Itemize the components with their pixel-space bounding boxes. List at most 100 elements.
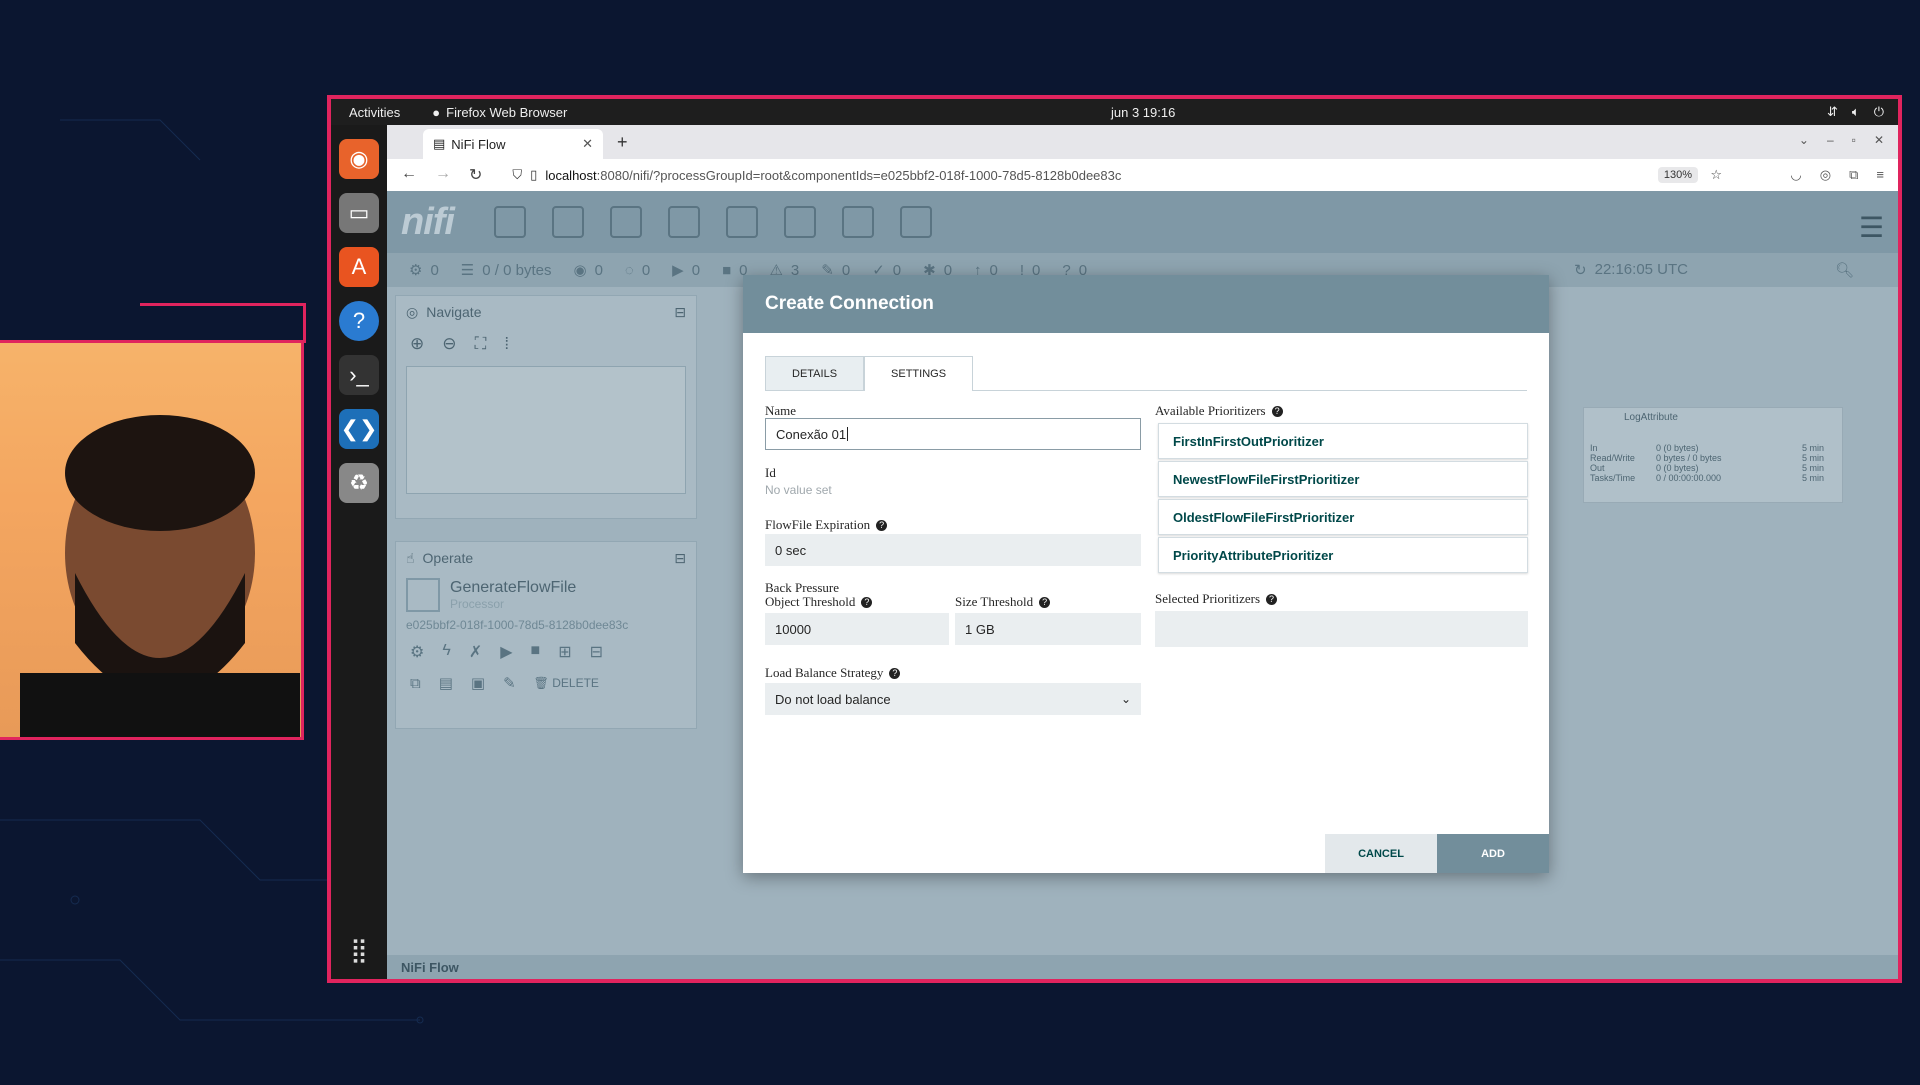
paste-icon[interactable]: ▤ [439,674,453,692]
close-window-icon[interactable]: ✕ [1874,133,1884,147]
os-top-bar: Activities ● Firefox Web Browser jun 3 19… [331,99,1898,125]
flow-canvas[interactable]: ◎ Navigate ⊟ ⊕ ⊖ ⛶ ⁞ ☝ Operate ⊟ Generat… [387,275,1898,955]
close-tab-icon[interactable]: ✕ [582,136,593,152]
window-controls: ⌄ – ▫ ✕ [1799,133,1884,147]
reload-icon[interactable]: ↻ [469,165,482,185]
birdseye-view[interactable] [406,366,686,494]
breadcrumb[interactable]: NiFi Flow [387,955,1898,979]
firefox-dock-icon[interactable]: ◉ [339,139,379,179]
menu-icon[interactable]: ≡ [1876,167,1884,183]
zoom-in-icon[interactable]: ⊕ [410,334,424,354]
prioritizer-item[interactable]: PriorityAttributePrioritizer [1158,537,1528,573]
tab-settings[interactable]: SETTINGS [864,356,974,391]
prioritizer-item[interactable]: OldestFlowFileFirstPrioritizer [1158,499,1528,535]
process-group-tool-icon[interactable] [667,206,700,238]
upload-template-icon[interactable]: ⊟ [590,642,603,662]
tab-bar: ▤ NiFi Flow ✕ + ⌄ – ▫ ✕ [387,125,1898,159]
back-pressure-label: Back Pressure [765,580,840,595]
funnel-tool-icon[interactable] [783,206,816,238]
help-icon[interactable]: ? [1266,594,1278,605]
help-icon[interactable]: ? [1271,406,1283,417]
url-field[interactable]: ⛉ ▯ localhost:8080/nifi/?processGroupId=… [512,167,1121,183]
color-icon[interactable]: ✎ [503,674,516,692]
name-input[interactable]: Conexão 01 [765,418,1141,450]
tab-list-icon[interactable]: ⌄ [1799,133,1809,147]
dialog-title: Create Connection [743,275,1549,333]
minimize-icon[interactable]: – [1827,133,1834,147]
help-dock-icon[interactable]: ? [339,301,379,341]
help-icon[interactable]: ? [876,520,888,531]
nifi-app: nifi ☰ ⚙ 0 ☰ 0 / 0 bytes ◉ 0 ◌ 0 ▶ 0 ■ 0… [387,191,1898,979]
maximize-icon[interactable]: ▫ [1852,133,1856,147]
remote-group-tool-icon[interactable] [725,206,758,238]
show-apps-icon[interactable]: ⣿ [350,936,368,965]
new-tab-button[interactable]: + [617,132,628,153]
prioritizer-item[interactable]: FirstInFirstOutPrioritizer [1158,423,1528,459]
object-threshold-input[interactable]: 10000 [765,613,949,645]
cancel-button[interactable]: CANCEL [1325,834,1437,873]
collapse-icon[interactable]: ⊟ [674,304,686,321]
zoom-out-icon[interactable]: ⊖ [442,334,456,354]
forward-icon[interactable]: → [435,165,451,185]
operate-header[interactable]: ☝ Operate ⊟ [396,542,696,574]
files-dock-icon[interactable]: ▭ [339,193,379,233]
pocket-icon[interactable]: ◡ [1790,167,1801,183]
navigate-header[interactable]: ◎ Navigate ⊟ [396,296,696,328]
system-tray[interactable]: ⇵ 🔈︎ ⏻ [1827,104,1884,120]
terminal-dock-icon[interactable]: ›_ [339,355,379,395]
delete-button[interactable]: 🗑︎ DELETE [534,676,599,690]
output-port-tool-icon[interactable] [609,206,642,238]
group-icon[interactable]: ▣ [471,674,485,692]
bookmark-star-icon[interactable]: ☆ [1710,167,1722,183]
navigate-panel: ◎ Navigate ⊟ ⊕ ⊖ ⛶ ⁞ [395,295,697,519]
processor-stats: In 0 (0 bytes) 5 min Read/Write 0 bytes / 0… [1590,443,1825,483]
app-menu[interactable]: ● Firefox Web Browser [432,105,567,120]
clock[interactable]: jun 3 19:16 [1111,105,1175,120]
enable-icon[interactable]: ϟ [442,642,450,662]
zoom-level[interactable]: 130% [1657,167,1698,183]
add-button[interactable]: ADD [1437,834,1549,873]
logattribute-processor[interactable]: LogAttribute In 0 (0 bytes) 5 min Read/Wri… [1583,407,1843,503]
template-tool-icon[interactable] [841,206,874,238]
start-icon[interactable]: ▶ [500,642,512,662]
copy-icon[interactable]: ⧉ [410,675,421,692]
selected-prioritizers-list[interactable] [1155,611,1528,647]
fit-icon[interactable]: ⛶ [475,334,487,354]
prioritizer-item[interactable]: NewestFlowFileFirstPrioritizer [1158,461,1528,497]
app-center-dock-icon[interactable]: A [339,247,379,287]
search-icon[interactable]: 🔍︎ [1835,261,1854,279]
last-refreshed[interactable]: ↻ 22:16:05 UTC [1574,261,1688,279]
processor-icon [406,578,440,612]
stop-icon[interactable]: ■ [531,642,541,662]
create-connection-dialog: Create Connection DETAILS SETTINGS Name … [743,275,1549,873]
available-prioritizers-label: Available Prioritizers? [1155,403,1283,419]
nifi-header: nifi ☰ [387,191,1898,253]
back-icon[interactable]: ← [401,165,417,185]
processor-tool-icon[interactable] [493,206,526,238]
help-icon[interactable]: ? [861,597,873,608]
active-threads: ⚙ 0 [409,261,439,280]
create-template-icon[interactable]: ⊞ [558,642,571,662]
trash-dock-icon[interactable]: ♻ [339,463,379,503]
input-port-tool-icon[interactable] [551,206,584,238]
label-tool-icon[interactable] [899,206,932,238]
global-menu-icon[interactable]: ☰ [1859,211,1884,244]
vscode-dock-icon[interactable]: ❮❯ [339,409,379,449]
configure-icon[interactable]: ⚙ [410,642,424,662]
transmitting-count: ◉ 0 [573,261,603,280]
load-balance-select[interactable]: Do not load balance ⌄ [765,683,1141,715]
collapse-icon[interactable]: ⊟ [674,550,686,567]
toolbar-icons: ◡ ◎ ⧉ ≡ [1790,167,1884,183]
help-icon[interactable]: ? [889,668,901,679]
actual-size-icon[interactable]: ⁞ [504,334,509,354]
activities-button[interactable]: Activities [349,105,400,120]
disable-icon[interactable]: ✗ [469,642,482,662]
extensions-icon[interactable]: ⧉ [1849,167,1858,183]
component-id: e025bbf2-018f-1000-78d5-8128b0dee83c [406,618,629,632]
size-threshold-input[interactable]: 1 GB [955,613,1141,645]
tab-details[interactable]: DETAILS [765,356,865,390]
help-icon[interactable]: ? [1039,597,1051,608]
expiration-input[interactable]: 0 sec [765,534,1141,566]
tab-nifi-flow[interactable]: ▤ NiFi Flow ✕ [423,129,603,159]
account-icon[interactable]: ◎ [1820,167,1831,183]
